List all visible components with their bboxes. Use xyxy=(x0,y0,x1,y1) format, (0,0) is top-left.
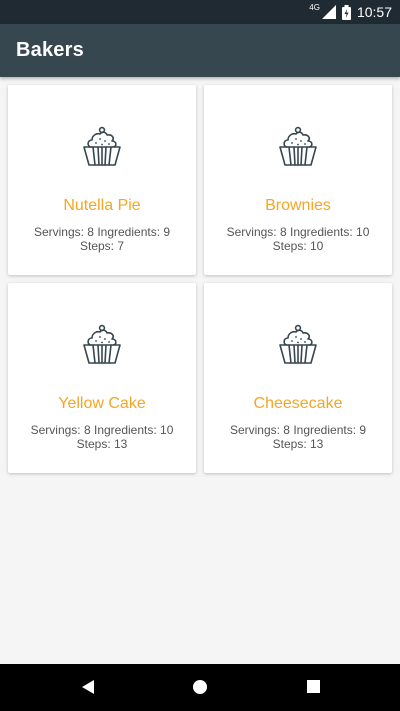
servings-text: Servings: 8 xyxy=(33,225,94,239)
recipe-card[interactable]: Nutella Pie Servings: 8 Ingredients: 9 S… xyxy=(8,85,196,275)
status-icons: 4G 10:57 xyxy=(309,0,392,24)
ingredients-text: Ingredients: 9 xyxy=(97,225,171,239)
cupcake-icon xyxy=(83,324,121,364)
steps-text: Steps: 13 xyxy=(272,437,324,451)
home-icon[interactable] xyxy=(192,679,208,695)
recipe-card[interactable]: Cheesecake Servings: 8 Ingredients: 9 St… xyxy=(204,283,392,473)
status-bar: 4G 10:57 xyxy=(0,0,400,24)
recipe-name: Cheesecake xyxy=(253,395,343,412)
recipe-name: Yellow Cake xyxy=(58,395,146,412)
app-title: Bakers xyxy=(16,39,84,61)
navigation-bar xyxy=(0,664,400,711)
recipe-details: Servings: 8 Ingredients: 10 Steps: 13 xyxy=(26,423,178,451)
ingredients-text: Ingredients: 10 xyxy=(93,423,174,437)
recipe-details: Servings: 8 Ingredients: 9 Steps: 7 xyxy=(26,225,178,253)
battery-icon xyxy=(341,4,351,20)
cupcake-icon xyxy=(279,324,317,364)
recipe-name: Brownies xyxy=(265,197,331,214)
recipe-details: Servings: 8 Ingredients: 9 Steps: 13 xyxy=(222,423,374,451)
ingredients-text: Ingredients: 9 xyxy=(293,423,367,437)
recipe-card[interactable]: Yellow Cake Servings: 8 Ingredients: 10 … xyxy=(8,283,196,473)
steps-text: Steps: 7 xyxy=(79,239,125,253)
servings-text: Servings: 8 xyxy=(30,423,91,437)
servings-text: Servings: 8 xyxy=(229,423,290,437)
servings-text: Servings: 8 xyxy=(226,225,287,239)
signal-icon xyxy=(321,5,336,19)
recents-icon[interactable] xyxy=(306,679,322,695)
cupcake-icon xyxy=(279,126,317,166)
clock: 10:57 xyxy=(356,4,392,20)
recipe-details: Servings: 8 Ingredients: 10 Steps: 10 xyxy=(222,225,374,253)
steps-text: Steps: 10 xyxy=(272,239,324,253)
back-icon[interactable] xyxy=(80,679,96,695)
ingredients-text: Ingredients: 10 xyxy=(289,225,370,239)
recipe-card[interactable]: Brownies Servings: 8 Ingredients: 10 Ste… xyxy=(204,85,392,275)
cupcake-icon xyxy=(83,126,121,166)
app-bar: Bakers xyxy=(0,24,400,77)
recipe-name: Nutella Pie xyxy=(63,197,141,214)
steps-text: Steps: 13 xyxy=(76,437,128,451)
network-type-label: 4G xyxy=(309,2,320,12)
